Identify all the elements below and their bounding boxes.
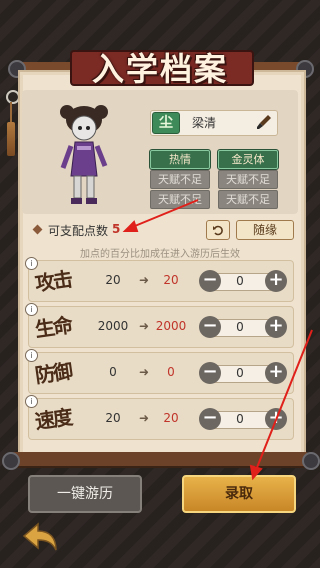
random-button[interactable]: 随缘 (236, 220, 294, 240)
trait-tag: 天赋不足 (150, 190, 210, 209)
plus-button[interactable]: + (265, 362, 287, 384)
arrow-icon: ➜ (139, 365, 150, 379)
plus-button[interactable]: + (265, 408, 287, 430)
minus-button[interactable]: − (199, 362, 221, 384)
brush-icon[interactable] (256, 114, 272, 130)
stat-row-defense: i 防御 0 ➜ 0 0 − + (25, 349, 294, 394)
stat-final: 20 (163, 411, 179, 425)
title-banner: 入学档案 (70, 38, 254, 90)
minus-button[interactable]: − (199, 316, 221, 338)
stat-row-health: i 生命 2000 ➜ 2000 0 − + (25, 303, 294, 348)
dust-icon: 尘 (152, 112, 180, 134)
tassel-ornament (6, 90, 20, 160)
stat-row-speed: i 速度 20 ➜ 20 0 − + (25, 395, 294, 440)
points-row: 可支配点数 5 随缘 (28, 218, 294, 242)
stat-final: 2000 (155, 319, 187, 333)
scroll-knob-left (2, 452, 20, 470)
plus-button[interactable]: + (265, 270, 287, 292)
hint-text: 加点的百分比加成在进入游历后生效 (80, 249, 240, 260)
stat-final: 20 (163, 273, 179, 287)
stat-name: 速度 (33, 404, 73, 434)
stat-name: 攻击 (33, 266, 73, 296)
undo-button[interactable] (206, 220, 230, 240)
trait-tag: 天赋不足 (218, 190, 278, 209)
stat-row-attack: i 攻击 20 ➜ 20 0 − + (25, 257, 294, 302)
arrow-icon: ➜ (139, 411, 150, 425)
diamond-icon (32, 224, 43, 235)
page-title: 入学档案 (91, 50, 228, 88)
stat-base: 0 (109, 365, 117, 379)
undo-icon (213, 225, 223, 236)
trait-tag: 天赋不足 (218, 170, 278, 189)
minus-button[interactable]: − (199, 270, 221, 292)
points-label: 可支配点数 (48, 224, 109, 238)
arrow-icon: ➜ (139, 273, 150, 287)
enroll-button[interactable]: 录取 (182, 475, 296, 513)
stat-name: 防御 (33, 358, 73, 388)
stat-base: 2000 (97, 319, 129, 333)
plus-button[interactable]: + (265, 316, 287, 338)
trait-tag: 热情 (150, 150, 210, 169)
trait-tag: 天赋不足 (150, 170, 210, 189)
one-click-travel-button[interactable]: 一键游历 (28, 475, 142, 513)
stat-final: 0 (167, 365, 175, 379)
points-value: 5 (112, 222, 121, 236)
character-name: 梁清 (192, 116, 217, 130)
stat-base: 20 (105, 273, 121, 287)
stat-name: 生命 (33, 312, 73, 342)
minus-button[interactable]: − (199, 408, 221, 430)
scroll-knob-right (302, 452, 320, 470)
arrow-icon: ➜ (139, 319, 150, 333)
trait-tag: 金灵体 (218, 150, 278, 169)
scroll-bottom-rod (8, 452, 312, 466)
back-arrow-icon[interactable] (20, 520, 60, 554)
stat-base: 20 (105, 411, 121, 425)
character-portrait (60, 105, 108, 204)
